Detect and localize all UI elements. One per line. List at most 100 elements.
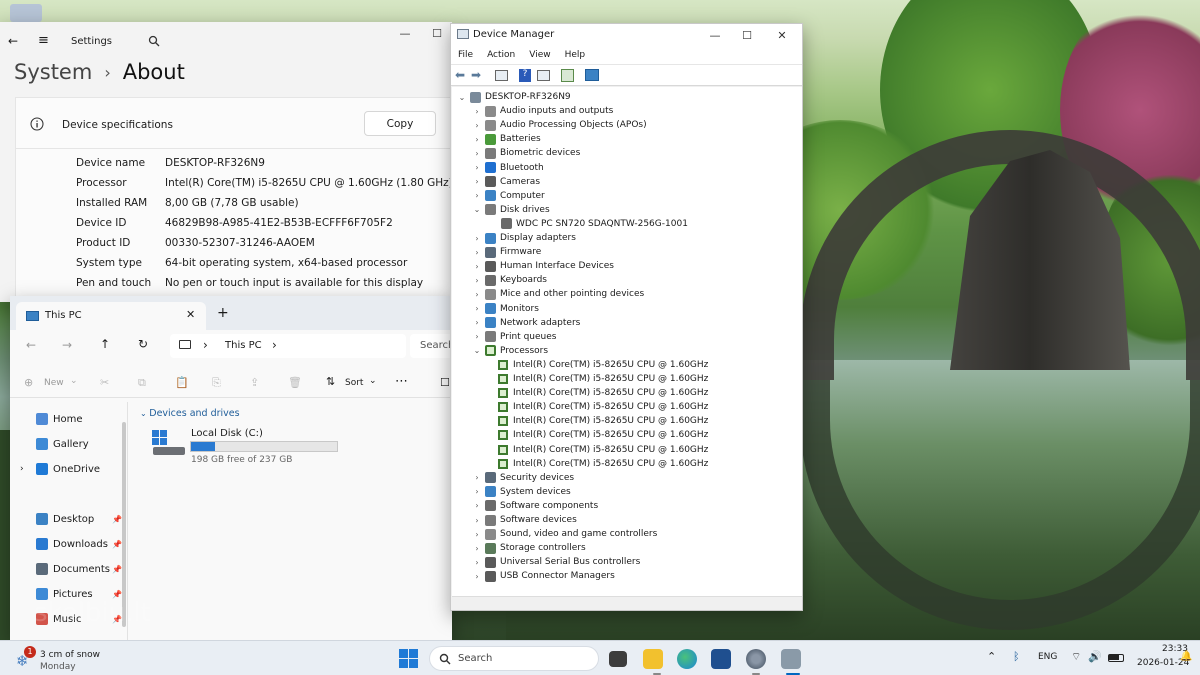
maximize-icon[interactable]: ☐	[730, 24, 764, 46]
tree-category[interactable]: › Security devices	[472, 471, 574, 485]
language-indicator[interactable]: ENG	[1038, 652, 1057, 662]
chevron-down-icon[interactable]: ⌄	[472, 205, 482, 214]
tree-category[interactable]: › Bluetooth	[472, 161, 544, 175]
edge-browser-icon[interactable]	[677, 649, 697, 669]
nav-item-gallery[interactable]: Gallery	[36, 434, 89, 454]
monitor-icon[interactable]	[585, 69, 599, 81]
pin-icon[interactable]: 📌	[112, 540, 122, 549]
settings-gear-icon[interactable]	[746, 649, 766, 669]
tree-category[interactable]: › Print queues	[472, 330, 556, 344]
tree-root[interactable]: ⌄ DESKTOP-RF326N9	[457, 90, 571, 104]
chevron-right-icon[interactable]: ›	[472, 290, 482, 299]
tree-category[interactable]: › Computer	[472, 189, 545, 203]
nav-item-home[interactable]: Home	[36, 409, 83, 429]
device-manager-taskbar-icon[interactable]	[781, 649, 801, 669]
tree-category[interactable]: › Batteries	[472, 132, 541, 146]
menu-help[interactable]: Help	[565, 50, 586, 60]
tree-category[interactable]: › USB Connector Managers	[472, 569, 615, 583]
search-box[interactable]: Search	[410, 334, 452, 358]
spec-value[interactable]: Intel(R) Core(TM) i5-8265U CPU @ 1.60GHz…	[165, 177, 452, 189]
copy-button[interactable]: Copy	[364, 111, 436, 136]
tree-category[interactable]: › Cameras	[472, 175, 540, 189]
help-icon[interactable]: ?	[519, 69, 531, 82]
view-icon[interactable]: ☐	[440, 376, 450, 389]
taskbar-search[interactable]: Search	[429, 646, 599, 671]
paste-icon[interactable]: 📋	[175, 376, 189, 389]
chevron-right-icon[interactable]: ›	[472, 234, 482, 243]
sort-button[interactable]: Sort	[345, 378, 363, 388]
chevron-right-icon[interactable]: ›	[472, 248, 482, 257]
spec-value[interactable]: 00330-52307-31246-AAOEM	[165, 237, 315, 249]
back-arrow-icon[interactable]: ⬅	[455, 68, 465, 82]
tree-category[interactable]: › Monitors	[472, 302, 539, 316]
tree-category[interactable]: › Firmware	[472, 245, 541, 259]
nav-item-documents[interactable]: Documents 📌	[36, 559, 122, 579]
drive-c[interactable]: Local Disk (C:) 198 GB free of 237 GB	[148, 426, 348, 470]
chevron-down-icon[interactable]: ⌄	[472, 346, 482, 355]
chevron-right-icon[interactable]: ›	[472, 487, 482, 496]
device-specs-header[interactable]: Device specifications Copy	[15, 97, 452, 149]
tree-category[interactable]: › Mice and other pointing devices	[472, 287, 644, 301]
tree-device-cpu[interactable]: Intel(R) Core(TM) i5-8265U CPU @ 1.60GHz	[498, 457, 708, 471]
spec-value[interactable]: DESKTOP-RF326N9	[165, 157, 265, 169]
address-field[interactable]: › This PC ›	[170, 334, 406, 358]
tree-device-cpu[interactable]: Intel(R) Core(TM) i5-8265U CPU @ 1.60GHz	[498, 428, 708, 442]
weather-widget[interactable]: ❄ 1 3 cm of snow Monday	[14, 646, 114, 673]
chevron-right-icon[interactable]: ›	[472, 558, 482, 567]
notifications-icon[interactable]: 🔔	[1180, 651, 1192, 662]
menu-file[interactable]: File	[458, 50, 473, 60]
nav-item-onedrive[interactable]: › OneDrive	[20, 459, 100, 479]
chevron-right-icon[interactable]: ›	[272, 338, 277, 352]
spec-value[interactable]: 8,00 GB (7,78 GB usable)	[165, 197, 299, 209]
tree-device-cpu[interactable]: Intel(R) Core(TM) i5-8265U CPU @ 1.60GHz	[498, 400, 708, 414]
pin-icon[interactable]: 📌	[112, 515, 122, 524]
store-icon[interactable]	[711, 649, 731, 669]
tree-category[interactable]: › Universal Serial Bus controllers	[472, 555, 640, 569]
tree-device-disk[interactable]: WDC PC SN720 SDAQNTW-256G-1001	[498, 217, 688, 231]
refresh-icon[interactable]: ↻	[138, 337, 148, 351]
tree-device-cpu[interactable]: Intel(R) Core(TM) i5-8265U CPU @ 1.60GHz	[498, 372, 708, 386]
chevron-right-icon[interactable]: ›	[472, 332, 482, 341]
bluetooth-icon[interactable]: ᛒ	[1013, 650, 1020, 663]
tree-category[interactable]: › Keyboards	[472, 273, 547, 287]
maximize-icon[interactable]: ☐	[420, 22, 452, 44]
nav-item-downloads[interactable]: Downloads 📌	[36, 534, 122, 554]
chevron-right-icon[interactable]: ›	[472, 318, 482, 327]
search-icon[interactable]	[148, 35, 160, 47]
tree-category-processors[interactable]: ⌄ Processors	[472, 344, 548, 358]
tree-device-cpu[interactable]: Intel(R) Core(TM) i5-8265U CPU @ 1.60GHz	[498, 358, 708, 372]
chevron-down-icon[interactable]: ⌄	[457, 93, 467, 102]
up-icon[interactable]: ↑	[100, 337, 110, 351]
properties-icon[interactable]	[495, 70, 508, 81]
chevron-right-icon[interactable]: ›	[472, 544, 482, 553]
chevron-right-icon[interactable]: ›	[472, 135, 482, 144]
tree-device-cpu[interactable]: Intel(R) Core(TM) i5-8265U CPU @ 1.60GHz	[498, 386, 708, 400]
back-icon[interactable]: ←	[26, 338, 36, 352]
chevron-right-icon[interactable]: ›	[472, 163, 482, 172]
chevron-right-icon[interactable]: ›	[20, 464, 24, 474]
chevron-right-icon[interactable]: ›	[472, 572, 482, 581]
tree-category[interactable]: › Human Interface Devices	[472, 259, 614, 273]
close-icon[interactable]: ✕	[765, 24, 799, 46]
chevron-right-icon[interactable]: ›	[472, 530, 482, 539]
back-arrow-icon[interactable]: ←	[8, 34, 18, 48]
update-driver-icon[interactable]	[537, 70, 550, 81]
new-tab-icon[interactable]: +	[217, 305, 229, 321]
tree-category[interactable]: › Biometric devices	[472, 146, 580, 160]
chevron-right-icon[interactable]: ›	[472, 262, 482, 271]
devices-section-header[interactable]: ⌄ Devices and drives	[140, 408, 240, 419]
minimize-icon[interactable]: —	[388, 22, 422, 44]
cut-icon[interactable]: ✂	[100, 376, 109, 389]
file-explorer-taskbar-icon[interactable]	[643, 649, 663, 669]
chevron-right-icon[interactable]: ›	[472, 501, 482, 510]
spec-value[interactable]: 46829B98-A985-41E2-B53B-ECFFF6F705F2	[165, 217, 393, 229]
menu-view[interactable]: View	[529, 50, 550, 60]
desktop-icon-recycle[interactable]	[10, 4, 42, 22]
copy-icon[interactable]: ⧉	[138, 376, 146, 390]
nav-scrollbar[interactable]	[122, 422, 126, 627]
tree-category[interactable]: › Network adapters	[472, 316, 580, 330]
chevron-right-icon[interactable]: ›	[472, 473, 482, 482]
wifi-icon[interactable]: ⌔	[1071, 650, 1081, 664]
start-button[interactable]	[399, 649, 419, 669]
tree-device-cpu[interactable]: Intel(R) Core(TM) i5-8265U CPU @ 1.60GHz	[498, 443, 708, 457]
